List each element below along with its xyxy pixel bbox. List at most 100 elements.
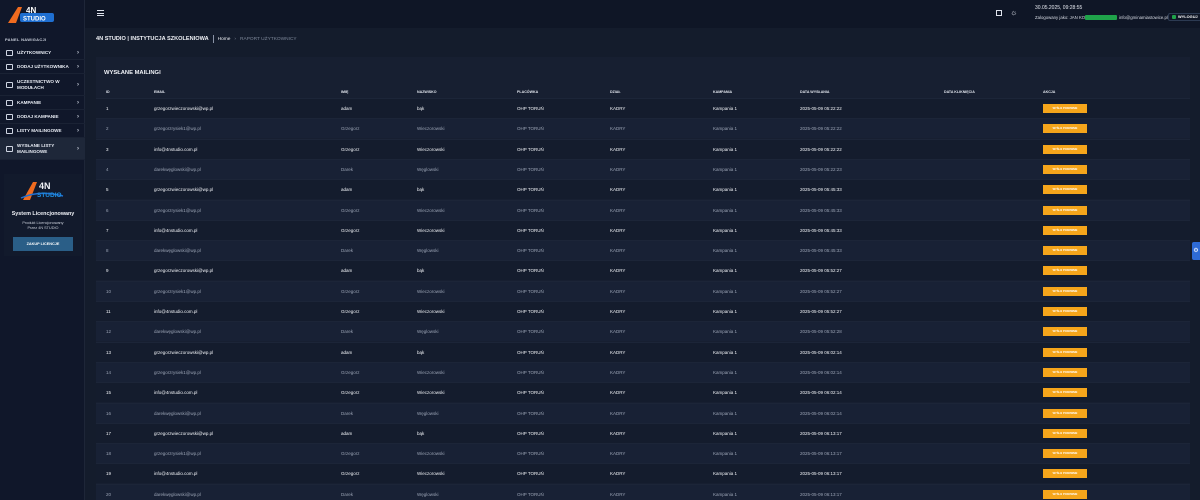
cell-first-name: Grzegorz <box>341 207 360 213</box>
cell-email: info@4nstudio.com.pl <box>154 309 198 314</box>
cell-sent-date: 2025-05-09 06:13:17 <box>800 471 842 477</box>
resend-button[interactable]: WYŚLIJ PONOWNIE <box>1043 388 1087 398</box>
cell-department: KADRY <box>610 248 626 254</box>
resend-button[interactable]: WYŚLIJ PONOWNIE <box>1043 307 1087 316</box>
cell-facility: OHP TORUŃ <box>517 126 544 132</box>
resend-button[interactable]: WYŚLIJ PONOWNIE <box>1043 327 1087 337</box>
cell-department: KADRY <box>610 349 626 355</box>
resend-button[interactable]: WYŚLIJ PONOWNIE <box>1043 489 1087 499</box>
table-row: 17 grzegorzwieczorowski@wp.pl adam bąk OHP T… <box>96 422 1190 443</box>
cell-facility: OHP TORUŃ <box>517 430 544 436</box>
resend-button[interactable]: WYŚLIJ PONOWNIE <box>1043 205 1087 215</box>
resend-button[interactable]: WYŚLIJ PONOWNIE <box>1043 124 1087 134</box>
license-subtitle: Produkt Licencjonowany Przez 4N STUDIO <box>4 221 82 231</box>
cell-sent-date: 2025-05-09 06:02:14 <box>800 349 842 355</box>
mailings-card: WYSŁANE MAILINGI ID EMAIL IMIĘ NAZWISKO … <box>96 57 1190 500</box>
sidebar-item-sent-mailing-lists[interactable]: WYSŁANE LISTY MAILINGOWE › <box>0 138 85 160</box>
table-title: WYSŁANE MAILINGI <box>104 70 161 76</box>
cell-first-name: Darek <box>341 491 354 497</box>
cell-first-name: Grzegorz <box>341 288 360 294</box>
cell-last-name: bąk <box>417 349 425 355</box>
user-email: info@gminamiastowice.pl <box>1119 15 1168 20</box>
column-header-click-date[interactable]: DATA KLIKNIĘCIA <box>944 90 975 94</box>
column-header-facility[interactable]: PLACÓWKA <box>517 90 538 94</box>
current-datetime: 30.05.2025, 09:28:55 <box>1035 5 1083 11</box>
cell-email: darekwęglowski@wp.pl <box>154 491 201 497</box>
sidebar-item-users[interactable]: UŻYTKOWNICY › <box>0 46 85 60</box>
cell-facility: OHP TORUŃ <box>517 491 544 497</box>
column-header-email[interactable]: EMAIL <box>154 90 165 94</box>
license-subtitle-line: Przez 4N STUDIO <box>27 226 59 230</box>
table-row: 7 info@4nstudio.com.pl Grzegorz Wieczorowsk… <box>96 219 1190 240</box>
logout-label: WYLOGUJ <box>1178 14 1198 19</box>
brand-logo[interactable]: 4N STUDIO <box>6 5 56 25</box>
cell-email: grzegorzwieczorowski@wp.pl <box>154 187 214 193</box>
cell-email: info@4nstudio.com.pl <box>154 390 198 396</box>
cell-facility: OHP TORUŃ <box>517 268 544 274</box>
resend-button[interactable]: WYŚLIJ PONOWNIE <box>1043 347 1087 357</box>
resend-button[interactable]: WYŚLIJ PONOWNIE <box>1043 225 1087 235</box>
settings-gear-icon[interactable]: ⚙ <box>1192 242 1200 260</box>
resend-button[interactable]: WYŚLIJ PONOWNIE <box>1043 428 1087 438</box>
cell-first-name: adam <box>341 106 353 111</box>
cell-department: KADRY <box>610 207 626 213</box>
resend-button[interactable]: WYŚLIJ PONOWNIE <box>1043 408 1087 418</box>
resend-button[interactable]: WYŚLIJ PONOWNIE <box>1043 469 1087 479</box>
sidebar-item-add-user[interactable]: DODAJ UŻYTKOWNIKA › <box>0 60 85 74</box>
svg-text:4N: 4N <box>39 181 51 191</box>
table-row: 9 grzegorzwieczorowski@wp.pl adam bąk OHP TO… <box>96 260 1190 281</box>
cell-facility: OHP TORUŃ <box>517 410 544 416</box>
resend-button[interactable]: WYŚLIJ PONOWNIE <box>1043 286 1087 296</box>
monitor-icon <box>6 113 13 120</box>
resend-button[interactable]: WYŚLIJ PONOWNIE <box>1043 266 1087 276</box>
cell-id: 1 <box>106 106 109 111</box>
sidebar-item-module-participation[interactable]: UCZESTNICTWO W MODUŁACH › <box>0 74 85 96</box>
cell-campaign: Kampania 1 <box>713 471 738 477</box>
logout-button[interactable]: WYLOGUJ <box>1168 13 1200 21</box>
cell-id: 16 <box>106 410 112 416</box>
table-row: 1 grzegorzwieczorowski@wp.pl adam bąk OHP TO… <box>96 98 1190 118</box>
sidebar-item-add-campaign[interactable]: DODAJ KAMPANIE › <box>0 110 85 124</box>
column-header-first-name[interactable]: IMIĘ <box>341 90 348 94</box>
sidebar-item-mailing-lists[interactable]: LISTY MAILINGOWE › <box>0 124 85 138</box>
cell-first-name: adam <box>341 349 353 355</box>
sidebar-section-title: PANEL NAWIGACJI <box>5 37 47 42</box>
resend-button[interactable]: WYŚLIJ PONOWNIE <box>1043 449 1087 459</box>
column-header-campaign[interactable]: KAMPANIA <box>713 90 732 94</box>
column-header-sent-date[interactable]: DATA WYSŁANIA <box>800 90 829 94</box>
column-header-id[interactable]: ID <box>106 90 110 94</box>
resend-button[interactable]: WYŚLIJ PONOWNIE <box>1043 246 1087 256</box>
fullscreen-icon[interactable] <box>996 10 1002 16</box>
resend-button[interactable]: WYŚLIJ PONOWNIE <box>1043 144 1087 154</box>
cell-facility: OHP TORUŃ <box>517 309 544 314</box>
table-row: 14 grzegorzrysiek1@wp.pl Grzegorz Wieczorow… <box>96 361 1190 382</box>
cell-campaign: Kampania 1 <box>713 430 738 436</box>
table-row: 11 info@4nstudio.com.pl Grzegorz Wieczorows… <box>96 301 1190 321</box>
breadcrumb-home-link[interactable]: Home <box>218 37 231 42</box>
cell-id: 20 <box>106 491 112 497</box>
theme-toggle-icon[interactable]: ☼ <box>1010 9 1017 17</box>
column-header-department[interactable]: DZIAŁ <box>610 90 621 94</box>
cell-first-name: Grzegorz <box>341 146 360 152</box>
cell-department: KADRY <box>610 430 626 436</box>
cell-id: 10 <box>106 288 112 294</box>
cell-department: KADRY <box>610 451 626 457</box>
sidebar-item-campaigns[interactable]: KAMPANIE › <box>0 96 85 110</box>
menu-toggle-icon[interactable] <box>97 10 104 16</box>
resend-button[interactable]: WYŚLIJ PONOWNIE <box>1043 104 1087 113</box>
cell-email: grzegorzwieczorowski@wp.pl <box>154 268 214 274</box>
cell-campaign: Kampania 1 <box>713 126 738 132</box>
column-header-last-name[interactable]: NAZWISKO <box>417 90 437 94</box>
cell-department: KADRY <box>610 166 626 172</box>
cell-department: KADRY <box>610 146 626 152</box>
resend-button[interactable]: WYŚLIJ PONOWNIE <box>1043 367 1087 377</box>
cell-first-name: adam <box>341 187 353 193</box>
resend-button[interactable]: WYŚLIJ PONOWNIE <box>1043 164 1087 174</box>
buy-license-button[interactable]: ZAKUP LICENCJE <box>13 237 73 251</box>
resend-button[interactable]: WYŚLIJ PONOWNIE <box>1043 185 1087 195</box>
cell-department: KADRY <box>610 471 626 477</box>
cell-campaign: Kampania 1 <box>713 390 738 396</box>
cell-email: grzegorzrysiek1@wp.pl <box>154 451 201 457</box>
cell-facility: OHP TORUŃ <box>517 349 544 355</box>
sidebar-item-label: DODAJ KAMPANIE <box>17 113 59 119</box>
